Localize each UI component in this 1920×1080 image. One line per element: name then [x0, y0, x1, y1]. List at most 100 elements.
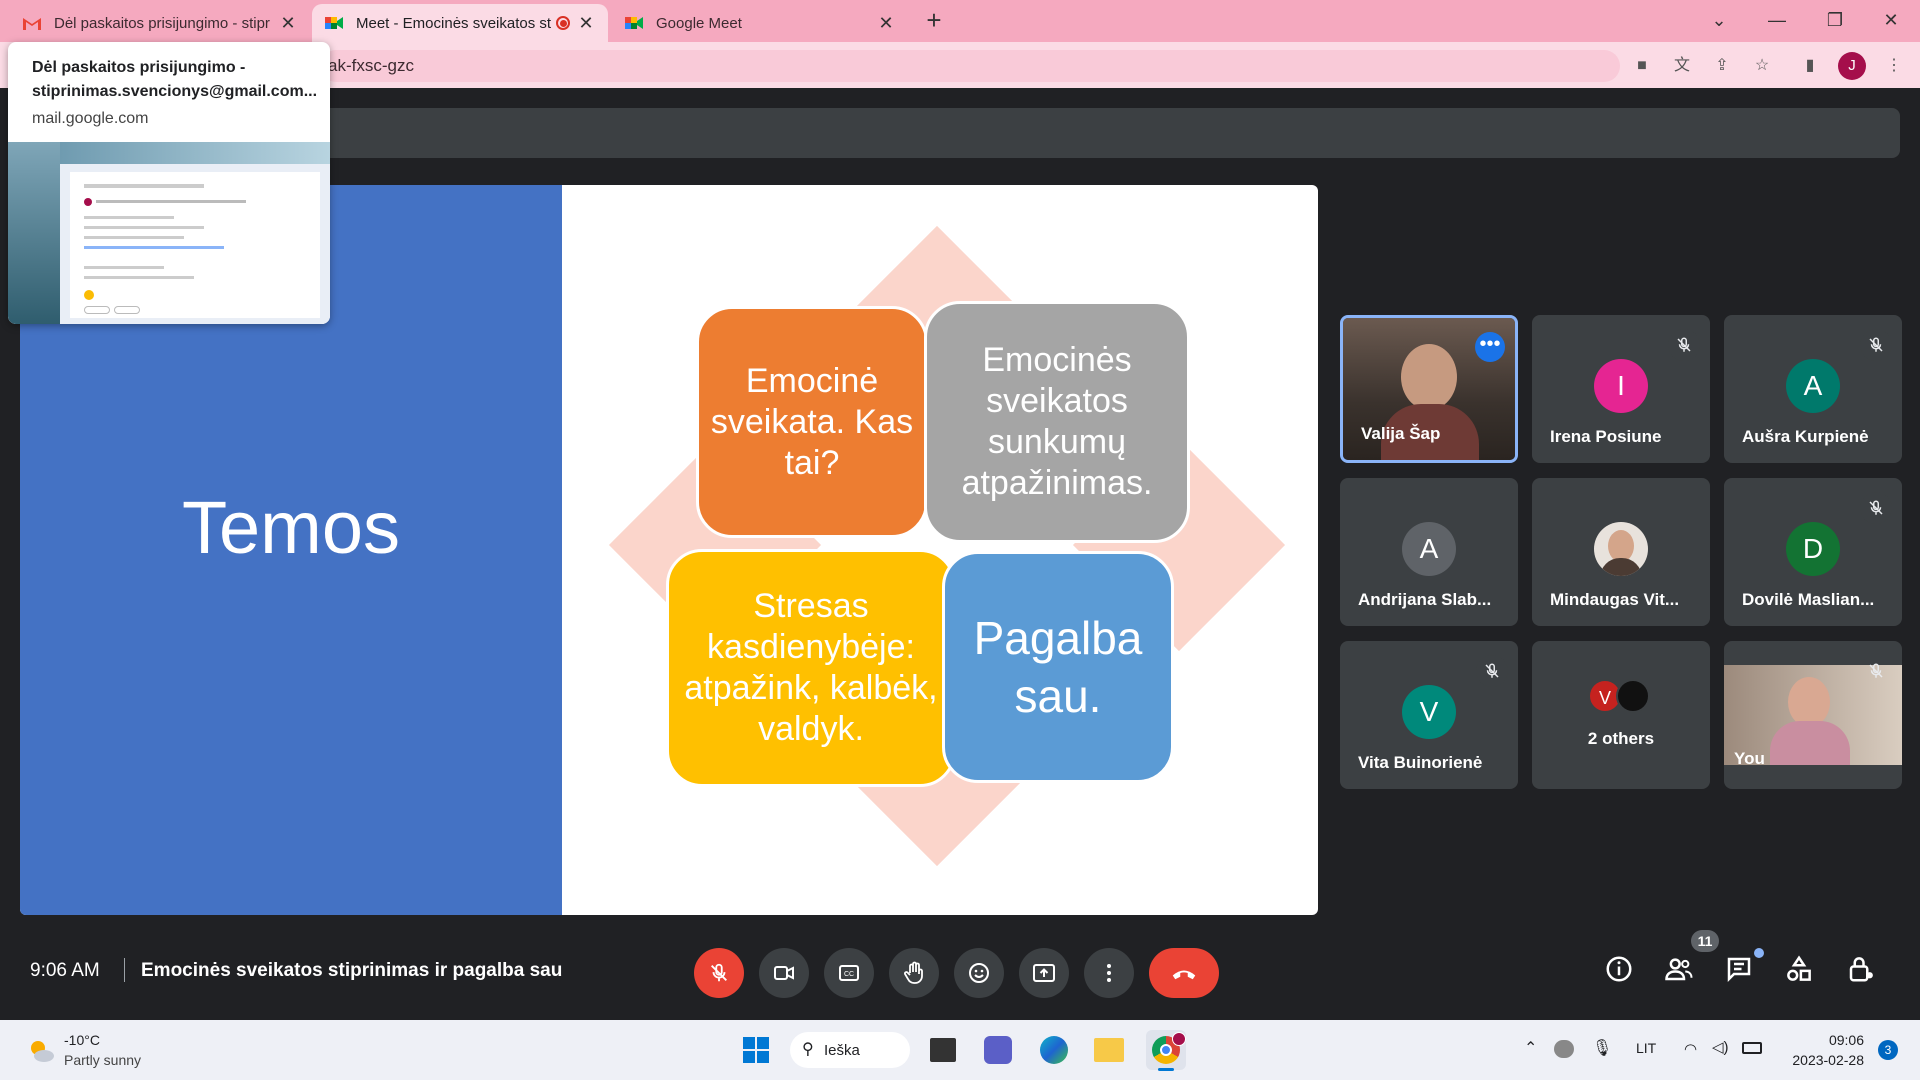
bookmark-star-icon[interactable]: ☆	[1746, 52, 1778, 80]
thumbnail-header	[60, 142, 330, 164]
close-icon[interactable]: ✕	[576, 13, 596, 34]
weather-temperature[interactable]: -10°C	[64, 1032, 100, 1048]
browser-menu-icon[interactable]: ⋮	[1878, 52, 1910, 80]
clock-time[interactable]: 09:06	[1784, 1032, 1864, 1048]
meeting-time: 9:06 AM	[30, 960, 100, 981]
participant-name: Aušra Kurpienė	[1742, 427, 1869, 446]
minimize-button[interactable]: —	[1748, 0, 1806, 42]
search-icon: ⚲	[802, 1041, 814, 1058]
tab-search-chevron-icon[interactable]: ⌄	[1690, 0, 1748, 42]
meeting-details-button[interactable]	[1604, 954, 1644, 994]
side-panel-icon[interactable]: ▮	[1794, 52, 1826, 80]
diagram-box-text: Stresas kasdienybėje: atpažink, kalbėk, …	[684, 587, 938, 748]
participant-name: Mindaugas Vit...	[1550, 590, 1680, 609]
video-person-face	[1401, 344, 1457, 410]
wifi-icon[interactable]: ◠	[1684, 1040, 1697, 1058]
battery-icon[interactable]	[1742, 1042, 1762, 1054]
chrome-taskbar-button[interactable]	[1146, 1030, 1186, 1071]
volume-icon[interactable]: ◁)	[1712, 1038, 1729, 1056]
mic-off-icon	[1668, 329, 1700, 361]
tab-gmail[interactable]: Dėl paskaitos prisijungimo - stipr ✕	[10, 4, 310, 42]
videocam-icon	[774, 966, 794, 980]
more-options-button[interactable]	[1084, 948, 1134, 998]
diagram-box-4: Pagalba sau.	[942, 551, 1174, 783]
notification-badge[interactable]: 3	[1878, 1040, 1898, 1060]
raise-hand-button[interactable]	[889, 948, 939, 998]
leave-call-button[interactable]	[1149, 948, 1219, 998]
share-icon[interactable]: ⇪	[1706, 52, 1738, 80]
taskbar-search[interactable]: ⚲ Ieška	[790, 1032, 910, 1068]
input-language[interactable]: LIT	[1636, 1040, 1656, 1056]
captions-button[interactable]: CC	[824, 948, 874, 998]
participant-tile[interactable]: V Vita Buinorienė	[1340, 641, 1518, 789]
restore-button[interactable]: ❐	[1806, 0, 1864, 42]
participant-avatar: D	[1786, 522, 1840, 576]
clock-date[interactable]: 2023-02-28	[1774, 1052, 1864, 1068]
participant-tile[interactable]: I Irena Posiune	[1532, 315, 1710, 463]
start-button[interactable]	[742, 1036, 770, 1064]
mic-off-icon	[1860, 329, 1892, 361]
thumbnail-email-body	[70, 172, 320, 318]
new-tab-button[interactable]: +	[912, 4, 956, 38]
weather-description[interactable]: Partly sunny	[64, 1052, 141, 1068]
tab-meet-active[interactable]: Meet - Emocinės sveikatos st ✕	[312, 4, 608, 42]
people-icon	[1665, 958, 1693, 981]
host-controls-button[interactable]	[1846, 954, 1886, 994]
task-view-icon[interactable]	[930, 1038, 956, 1062]
present-screen-button[interactable]	[1019, 948, 1069, 998]
participant-name: Andrijana Slab...	[1358, 590, 1492, 609]
microphone-in-use-icon[interactable]: 🎙	[1592, 1038, 1612, 1058]
diagram-box-text: Pagalba sau.	[973, 612, 1143, 722]
meet-icon	[625, 17, 643, 29]
participant-tile-self[interactable]: You	[1724, 641, 1902, 789]
camera-toggle-button[interactable]	[759, 948, 809, 998]
tab-hover-preview: Dėl paskaitos prisijungimo - stiprinimas…	[8, 42, 330, 324]
participant-name: Irena Posiune	[1550, 427, 1662, 446]
present-to-all-icon	[1033, 964, 1055, 982]
participant-name: Valija Šap	[1361, 424, 1441, 443]
preview-title: Dėl paskaitos prisijungimo - stiprinimas…	[32, 59, 318, 100]
close-window-button[interactable]: ✕	[1862, 0, 1920, 42]
participant-name: Dovilė Maslian...	[1742, 590, 1875, 609]
close-icon[interactable]: ✕	[876, 13, 896, 34]
tab-google-meet[interactable]: Google Meet ✕	[612, 4, 908, 42]
file-explorer-icon[interactable]	[1094, 1038, 1124, 1062]
teams-chat-icon[interactable]	[984, 1036, 1012, 1064]
svg-text:CC: CC	[844, 971, 854, 978]
activities-button[interactable]	[1784, 954, 1824, 994]
url-field[interactable]: ak-fxsc-gzc	[320, 50, 1620, 82]
participant-tile[interactable]: A Andrijana Slab...	[1340, 478, 1518, 626]
edge-icon[interactable]	[1040, 1036, 1068, 1064]
weather-icon[interactable]	[26, 1036, 56, 1066]
participant-tile[interactable]: Mindaugas Vit...	[1532, 478, 1710, 626]
participant-tile[interactable]: ••• Valija Šap	[1340, 315, 1518, 463]
more-vert-icon	[1107, 964, 1111, 982]
meet-icon	[325, 17, 343, 29]
reactions-button[interactable]	[954, 948, 1004, 998]
mic-off-icon	[1860, 655, 1892, 687]
participant-avatar: V	[1402, 685, 1456, 739]
close-icon[interactable]: ✕	[278, 13, 298, 34]
camera-in-use-icon[interactable]: ■	[1626, 52, 1658, 80]
info-icon	[1606, 956, 1632, 982]
profile-avatar[interactable]: J	[1838, 52, 1866, 80]
mic-toggle-button[interactable]	[694, 948, 744, 998]
mic-off-icon	[711, 963, 727, 982]
tab-title: Meet - Emocinės sveikatos st	[356, 14, 552, 32]
chrome-profile-badge	[1172, 1032, 1186, 1046]
more-options-icon[interactable]: •••	[1475, 332, 1505, 362]
chat-button[interactable]	[1724, 954, 1764, 994]
windows-taskbar	[0, 1020, 1920, 1080]
participant-tile[interactable]: A Aušra Kurpienė	[1724, 315, 1902, 463]
translate-icon[interactable]: 文	[1666, 52, 1698, 80]
participant-tile[interactable]: D Dovilė Maslian...	[1724, 478, 1902, 626]
call-end-icon	[1172, 970, 1196, 980]
show-hidden-icons-chevron-icon[interactable]: ⌃	[1524, 1038, 1537, 1058]
chat-unread-dot	[1754, 948, 1764, 958]
diagram-box-text: Emocinės sveikatos sunkumų atpažinimas.	[961, 341, 1153, 502]
people-button[interactable]	[1664, 954, 1704, 994]
recording-icon	[556, 16, 570, 30]
onedrive-icon[interactable]	[1554, 1040, 1574, 1058]
participant-tile-others[interactable]: V 2 others	[1532, 641, 1710, 789]
others-avatar-dark	[1616, 679, 1650, 713]
